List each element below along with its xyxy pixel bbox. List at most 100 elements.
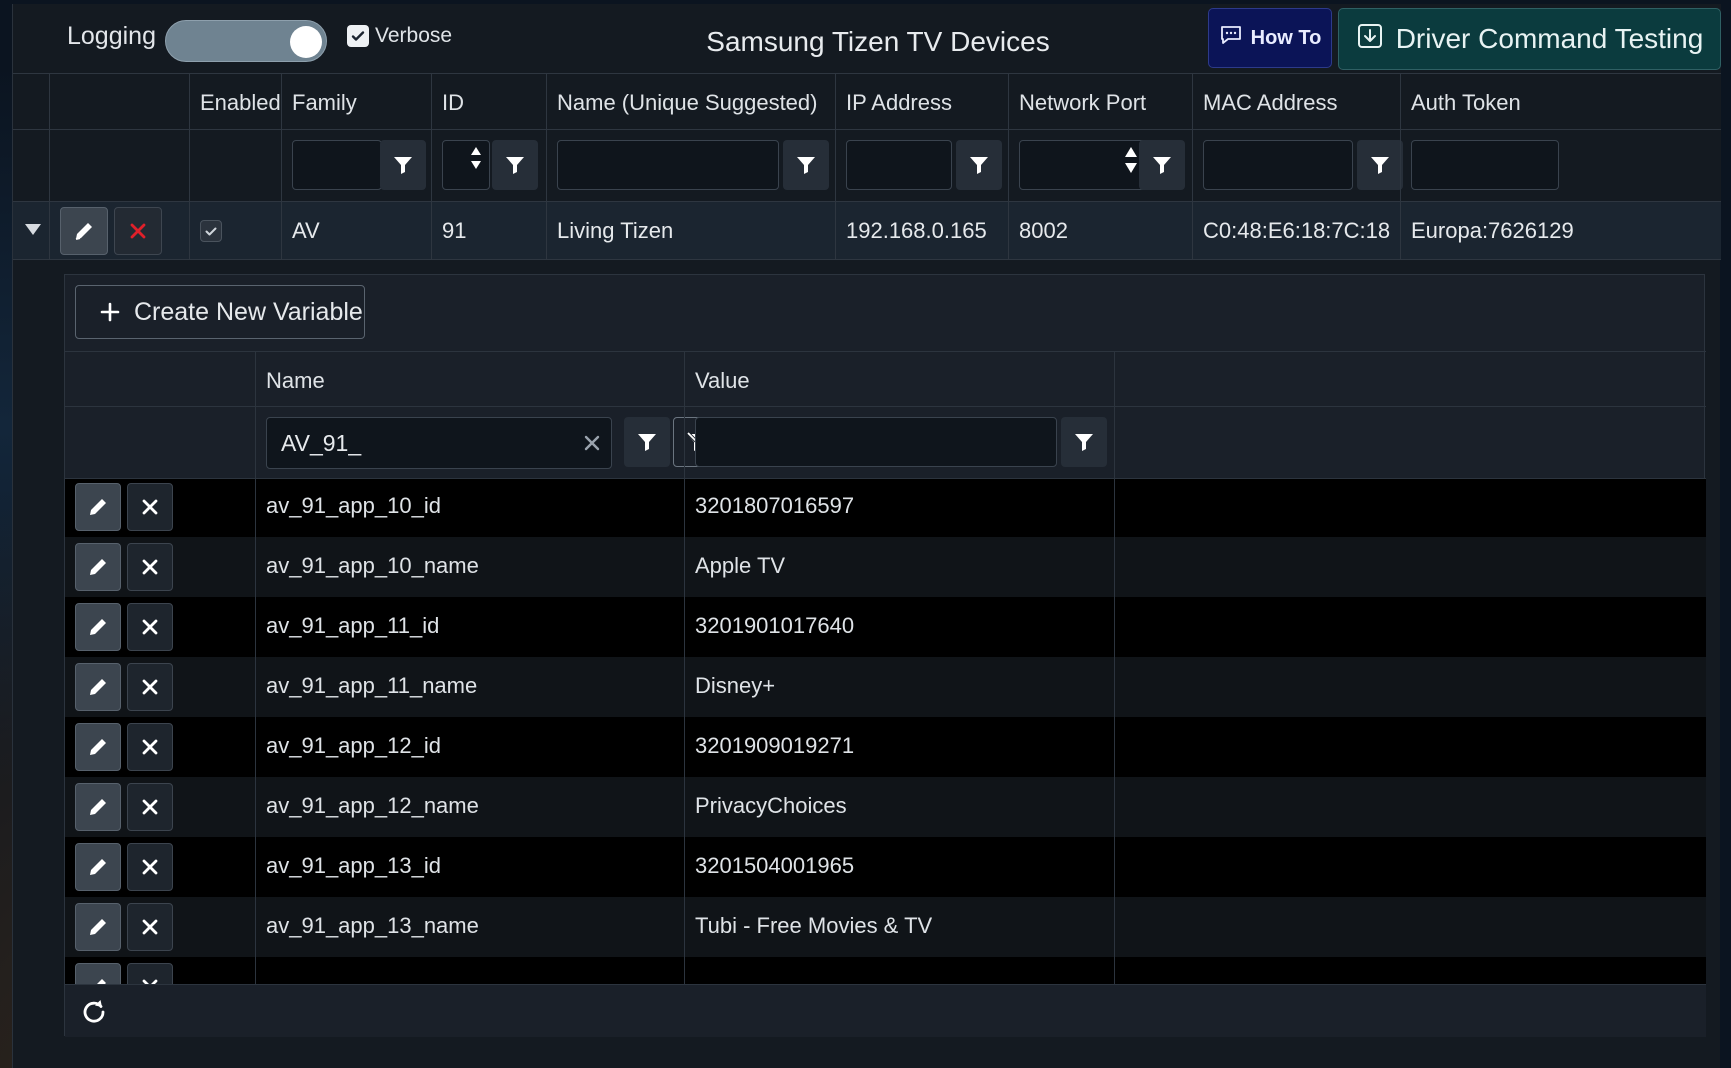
delete-variable-button[interactable] (127, 483, 173, 531)
header-id[interactable]: ID (431, 74, 546, 129)
ip-filter-input[interactable] (846, 140, 952, 190)
edit-variable-button[interactable] (75, 903, 121, 951)
clear-icon[interactable] (581, 432, 603, 454)
filter-icon (797, 157, 815, 174)
top-toolbar: Logging Verbose Samsung Tizen TV Devices… (13, 4, 1721, 74)
logging-toggle[interactable] (165, 20, 327, 62)
family-filter-button[interactable] (380, 140, 426, 190)
pencil-icon (90, 499, 106, 515)
name-filter-button[interactable] (783, 140, 829, 190)
edit-variable-button[interactable] (75, 783, 121, 831)
delete-variable-button[interactable] (127, 723, 173, 771)
pencil-icon (90, 859, 106, 875)
table-row[interactable]: av_91_app_11_name Disney+ (65, 657, 1706, 717)
edit-variable-button[interactable] (75, 543, 121, 591)
header-mac-address[interactable]: MAC Address (1192, 74, 1400, 129)
create-new-variable-button[interactable]: Create New Variable (75, 285, 365, 339)
table-row[interactable] (65, 957, 1706, 984)
mac-filter-input[interactable] (1203, 140, 1353, 190)
variable-value-cell: PrivacyChoices (684, 777, 1114, 837)
enabled-checkbox[interactable] (200, 220, 222, 242)
verbose-checkbox[interactable]: Verbose (347, 24, 452, 48)
variable-value-filter-button[interactable] (1061, 417, 1107, 467)
pencil-icon (90, 679, 106, 695)
header-name[interactable]: Name (Unique Suggested) (546, 74, 835, 129)
create-new-variable-label: Create New Variable (134, 297, 363, 326)
port-filter-stepper[interactable] (1019, 140, 1149, 190)
delete-variable-button[interactable] (127, 603, 173, 651)
edit-variable-button[interactable] (75, 603, 121, 651)
edit-variable-button[interactable] (75, 963, 121, 984)
delete-variable-button[interactable] (127, 783, 173, 831)
auth-token-filter-input[interactable] (1411, 140, 1559, 190)
variable-value-cell: Disney+ (684, 657, 1114, 717)
delete-variable-button[interactable] (127, 963, 173, 984)
pencil-icon (75, 223, 92, 240)
variable-value-cell: Apple TV (684, 537, 1114, 597)
close-icon (142, 799, 158, 815)
variable-name-filter-value: AV_91_ (281, 429, 362, 456)
variable-name-cell: av_91_app_12_id (255, 717, 684, 777)
pencil-icon (90, 739, 106, 755)
header-auth-token[interactable]: Auth Token (1400, 74, 1721, 129)
variable-name-filter-input[interactable]: AV_91_ (266, 417, 612, 469)
refresh-button[interactable] (79, 997, 109, 1027)
variable-name-cell: av_91_app_13_name (255, 897, 684, 957)
variable-value-cell: Tubi - Free Movies & TV (684, 897, 1114, 957)
delete-variable-button[interactable] (127, 903, 173, 951)
table-row[interactable]: av_91_app_12_id 3201909019271 (65, 717, 1706, 777)
variables-grid-footer (65, 984, 1706, 1037)
ip-filter-button[interactable] (956, 140, 1002, 190)
variable-name-filter-button[interactable] (624, 417, 670, 467)
edit-variable-button[interactable] (75, 843, 121, 891)
family-filter-input[interactable] (292, 140, 382, 190)
edit-variable-button[interactable] (75, 723, 121, 771)
variable-value-cell: 3201901017640 (684, 597, 1114, 657)
filter-icon (1153, 157, 1171, 174)
verbose-label: Verbose (375, 24, 453, 47)
header-family[interactable]: Family (281, 74, 431, 129)
check-icon (205, 227, 217, 236)
expand-chevron-icon[interactable] (25, 224, 41, 235)
how-to-button[interactable]: How To (1208, 8, 1332, 68)
port-filter-button[interactable] (1139, 140, 1185, 190)
header-ip-address[interactable]: IP Address (835, 74, 1008, 129)
logging-label: Logging (67, 22, 156, 50)
table-row[interactable]: av_91_app_10_name Apple TV (65, 537, 1706, 597)
chat-icon (1219, 23, 1243, 53)
refresh-icon (83, 1000, 105, 1023)
device-mac: C0:48:E6:18:7C:18 (1192, 202, 1400, 259)
filter-icon (1075, 434, 1093, 451)
variables-panel: Create New Variable Name Value AV_91_ av… (64, 274, 1706, 1037)
delete-variable-button[interactable] (127, 663, 173, 711)
variable-name-cell: av_91_app_13_id (255, 837, 684, 897)
header-enabled[interactable]: Enabled (189, 74, 281, 129)
device-row[interactable]: AV 91 Living Tizen 192.168.0.165 8002 C0… (13, 202, 1721, 260)
table-row[interactable]: av_91_app_13_id 3201504001965 (65, 837, 1706, 897)
id-filter-stepper[interactable] (442, 140, 490, 190)
table-row[interactable]: av_91_app_11_id 3201901017640 (65, 597, 1706, 657)
close-icon (142, 499, 158, 515)
header-network-port[interactable]: Network Port (1008, 74, 1192, 129)
header-variable-value[interactable]: Value (684, 352, 1114, 406)
delete-device-button[interactable] (114, 207, 162, 255)
edit-variable-button[interactable] (75, 483, 121, 531)
variable-value-filter-input[interactable] (695, 417, 1057, 467)
edit-device-button[interactable] (60, 207, 108, 255)
header-variable-name[interactable]: Name (255, 352, 684, 406)
delete-variable-button[interactable] (127, 543, 173, 591)
name-filter-input[interactable] (557, 140, 779, 190)
delete-variable-button[interactable] (127, 843, 173, 891)
filter-icon (970, 157, 988, 174)
table-row[interactable]: av_91_app_13_name Tubi - Free Movies & TV (65, 897, 1706, 957)
variable-name-cell: av_91_app_11_name (255, 657, 684, 717)
table-row[interactable]: av_91_app_10_id 3201807016597 (65, 479, 1706, 537)
edit-variable-button[interactable] (75, 663, 121, 711)
variable-value-cell: 3201504001965 (684, 837, 1114, 897)
table-row[interactable]: av_91_app_12_name PrivacyChoices (65, 777, 1706, 837)
plus-icon (100, 302, 120, 322)
driver-command-testing-button[interactable]: Driver Command Testing (1338, 8, 1721, 70)
mac-filter-button[interactable] (1357, 140, 1403, 190)
id-filter-button[interactable] (492, 140, 538, 190)
close-icon (142, 619, 158, 635)
